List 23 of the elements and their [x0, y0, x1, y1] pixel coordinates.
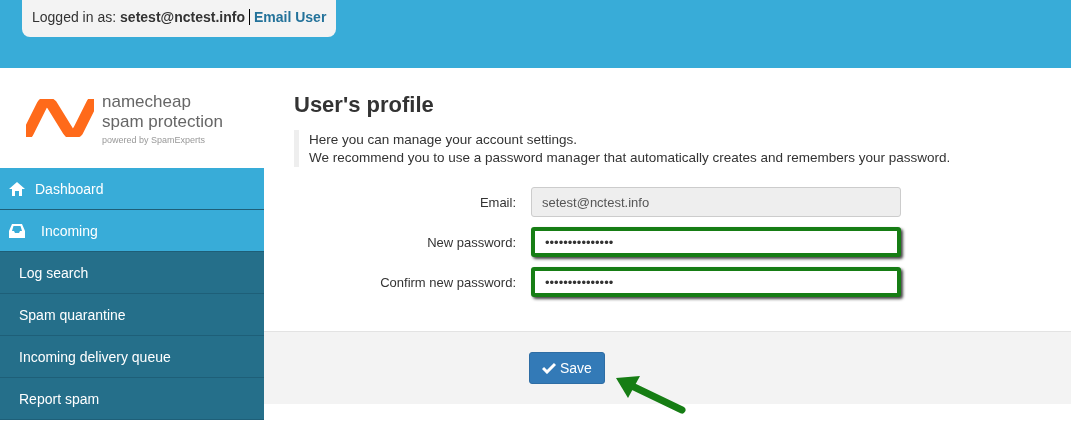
page-title: User's profile — [294, 92, 435, 118]
email-user-link[interactable]: Email User — [254, 9, 327, 25]
input-field[interactable]: ••••••••••••••• — [531, 267, 901, 297]
user-email: setest@nctest.info — [120, 9, 250, 25]
sidebar-item[interactable]: Log search — [0, 252, 264, 294]
field-label: New password: — [426, 234, 517, 250]
intro-text: We recommend you to use a password manager that automatically creates and remembers your password. — [309, 150, 952, 165]
logged-in-label: Logged in as: — [32, 9, 117, 25]
intro-text: Here you can manage your account settings. — [309, 132, 578, 147]
save-button[interactable]: Save — [529, 352, 605, 384]
sidebar-item[interactable]: Report spam — [0, 378, 264, 420]
powered-by: powered by SpamExperts — [102, 134, 207, 145]
logo-product: spam protection — [102, 111, 223, 132]
inbox-icon — [9, 223, 25, 238]
logo-name: namecheap — [102, 91, 192, 112]
home-icon — [9, 181, 25, 196]
sidebar-item[interactable]: Incoming delivery queue — [0, 336, 264, 378]
sidebar-item[interactable]: Spam quarantine — [0, 294, 264, 336]
field-label: Confirm new password: — [379, 274, 517, 290]
input-field[interactable]: ••••••••••••••• — [531, 227, 901, 257]
field-label: Email: — [478, 194, 517, 210]
logo-icon — [26, 99, 94, 137]
check-icon — [542, 362, 556, 374]
